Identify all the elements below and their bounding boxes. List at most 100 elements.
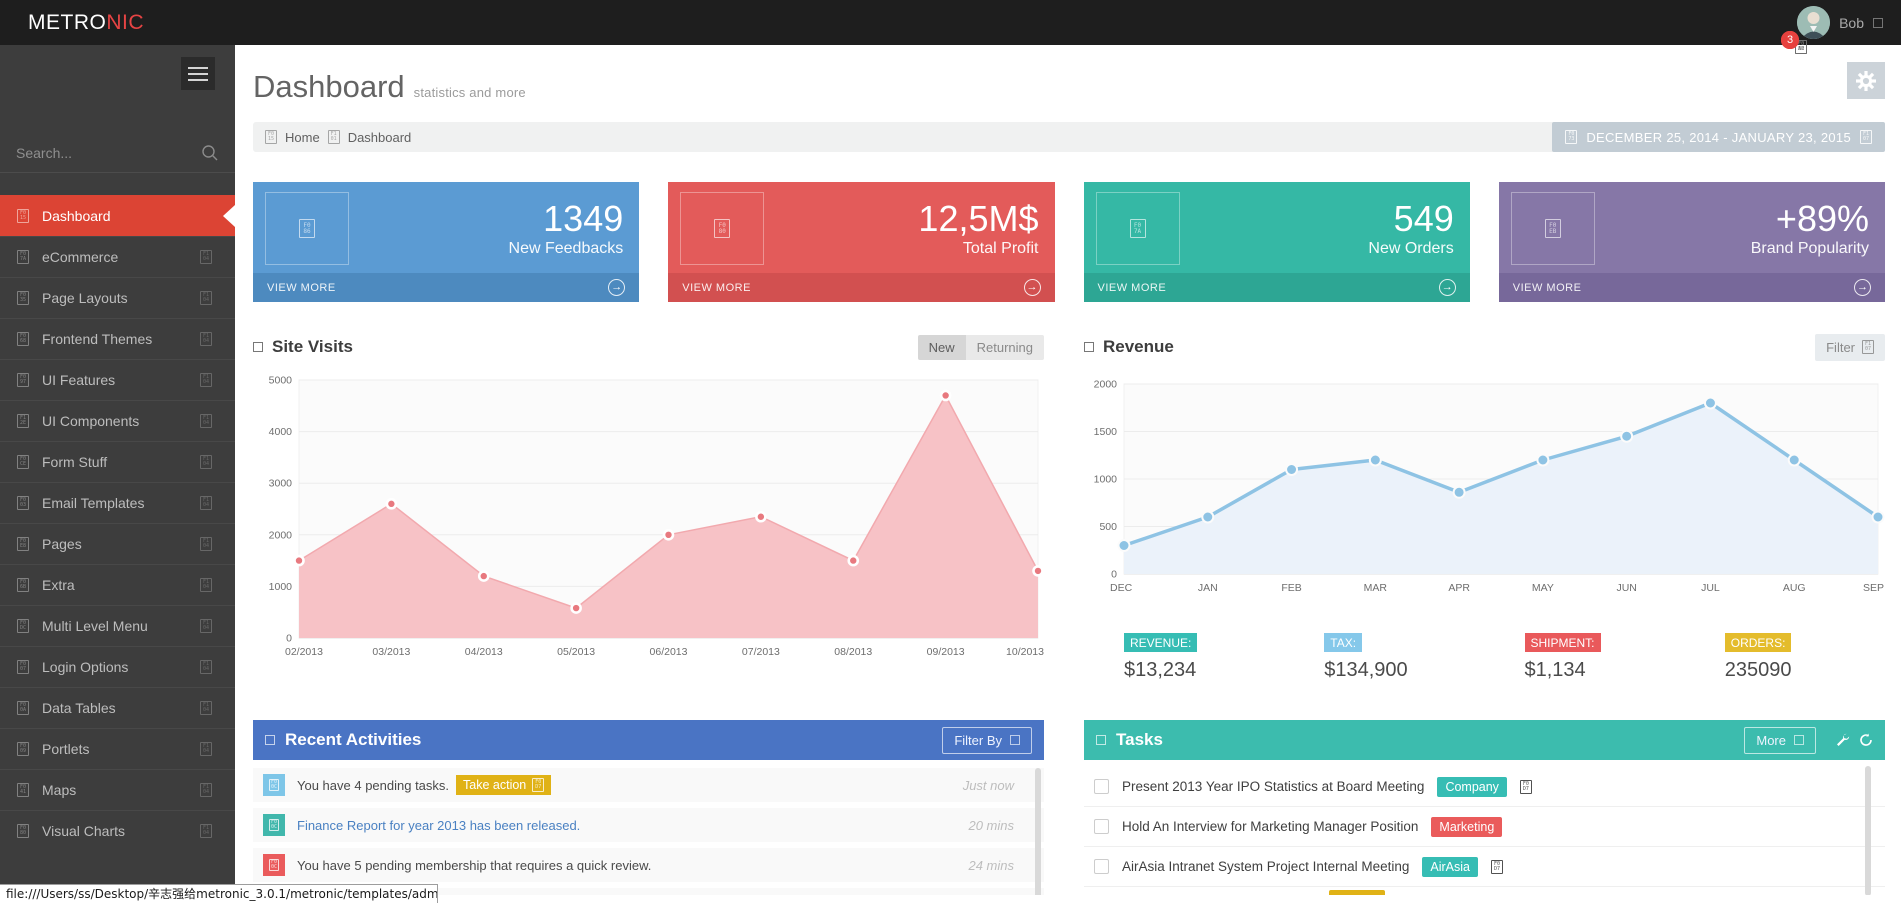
revenue-stat-value: $1,134	[1525, 659, 1685, 682]
wrench-icon[interactable]	[1836, 733, 1850, 747]
stat-card-footer[interactable]: VIEW MORE →	[253, 273, 639, 302]
activity-badge[interactable]: Take actionF0D7	[456, 775, 551, 795]
sidebar-item-email-templates[interactable]: F003 Email Templates F104	[0, 482, 235, 523]
svg-text:09/2013: 09/2013	[927, 646, 965, 658]
task-badge: Marketing	[1431, 817, 1502, 837]
sidebar-item-ui-features[interactable]: F097 UI Features F104	[0, 359, 235, 400]
panel-square-icon	[1084, 342, 1094, 352]
sidebar-item-ecommerce[interactable]: F07A eCommerce F104	[0, 236, 235, 277]
svg-text:AUG: AUG	[1783, 582, 1806, 594]
sidebar-search	[0, 133, 235, 173]
svg-text:06/2013: 06/2013	[650, 646, 688, 658]
stat-card-footer[interactable]: VIEW MORE →	[1499, 273, 1885, 302]
chevron-right-icon: F104	[200, 701, 212, 715]
activity-type-icon: F00C	[263, 854, 285, 876]
svg-text:MAR: MAR	[1364, 582, 1388, 594]
sidebar-item-visual-charts[interactable]: F080 Visual Charts F104	[0, 810, 235, 851]
revenue-stat: SHIPMENT: $1,134	[1485, 633, 1685, 682]
task-checkbox[interactable]	[1094, 819, 1109, 834]
revenue-stat-label: REVENUE:	[1124, 633, 1197, 652]
activity-row[interactable]: F00C You have 4 pending tasks. Take acti…	[253, 768, 1044, 802]
refresh-icon[interactable]	[1859, 733, 1873, 747]
sidebar-item-portlets[interactable]: F009 Portlets F104	[0, 728, 235, 769]
task-badge	[1329, 890, 1385, 895]
themes-icon: F068	[17, 332, 29, 346]
filter-by-button[interactable]: Filter By	[942, 727, 1032, 754]
settings-gear-button[interactable]	[1847, 62, 1885, 99]
chevron-right-icon: F104	[200, 455, 212, 469]
stat-card[interactable]: F07A 549 New Orders VIEW MORE →	[1084, 182, 1470, 302]
task-list: Present 2013 Year IPO Statistics at Boar…	[1084, 767, 1885, 895]
toggle-new-button[interactable]: New	[918, 335, 966, 360]
svg-text:APR: APR	[1448, 582, 1470, 594]
sidebar-item-extra[interactable]: F06B Extra F104	[0, 564, 235, 605]
user-menu[interactable]: Bob	[1797, 6, 1883, 39]
stat-card[interactable]: F0EB +89% Brand Popularity VIEW MORE →	[1499, 182, 1885, 302]
stat-card-footer[interactable]: VIEW MORE →	[668, 273, 1054, 302]
svg-text:07/2013: 07/2013	[742, 646, 780, 658]
activity-row[interactable]: F00C You have 5 pending membership that …	[253, 848, 1044, 882]
sidebar-menu: F015 Dashboard F104 F07A eCommerce F104 …	[0, 195, 235, 851]
panel-square-icon	[265, 735, 275, 745]
pages-icon: F0E8	[17, 537, 29, 551]
stat-card-footer[interactable]: VIEW MORE →	[1084, 273, 1470, 302]
task-row[interactable]: AirAsia Intranet System Project Internal…	[1084, 847, 1885, 887]
sidebar-toggle-button[interactable]	[181, 57, 215, 90]
task-checkbox[interactable]	[1094, 859, 1109, 874]
sidebar-item-dashboard[interactable]: F015 Dashboard F104	[0, 195, 235, 236]
avatar[interactable]	[1797, 6, 1830, 39]
breadcrumb-current: Dashboard	[348, 130, 412, 145]
caret-down-icon: F0D7	[1520, 780, 1532, 794]
date-range-picker[interactable]: F073 DECEMBER 25, 2014 - JANUARY 23, 201…	[1552, 122, 1885, 152]
sidebar-item-data-tables[interactable]: F00A Data Tables F104	[0, 687, 235, 728]
sidebar-item-pages[interactable]: F0E8 Pages F104	[0, 523, 235, 564]
sidebar-item-maps[interactable]: F041 Maps F104	[0, 769, 235, 810]
caret-down-icon: F107	[1860, 130, 1872, 144]
task-row[interactable]: Present 2013 Year IPO Statistics at Boar…	[1084, 767, 1885, 807]
caret-icon	[1794, 735, 1804, 745]
revenue-filter-button[interactable]: Filter F107	[1815, 334, 1885, 361]
svg-text:02/2013: 02/2013	[285, 646, 323, 658]
toggle-returning-button[interactable]: Returning	[966, 335, 1044, 360]
sidebar-item-label: Multi Level Menu	[42, 618, 148, 634]
stat-card[interactable]: F080 12,5M$ Total Profit VIEW MORE →	[668, 182, 1054, 302]
revenue-stat-label: TAX:	[1324, 633, 1362, 652]
breadcrumb-home[interactable]: Home	[285, 130, 320, 145]
revenue-stat-value: $13,234	[1124, 659, 1284, 682]
search-icon[interactable]	[201, 144, 219, 162]
task-checkbox[interactable]	[1094, 779, 1109, 794]
revenue-stat-label: ORDERS:	[1725, 633, 1792, 652]
sidebar-item-form-stuff[interactable]: F0CE Form Stuff F104	[0, 441, 235, 482]
search-input[interactable]	[16, 145, 201, 161]
sidebar-item-label: Form Stuff	[42, 454, 107, 470]
metronic-logo[interactable]: METRONIC	[28, 0, 144, 45]
sidebar-item-frontend-themes[interactable]: F068 Frontend Themes F104	[0, 318, 235, 359]
activity-row[interactable]: F00C Finance Report for year 2013 has be…	[253, 808, 1044, 842]
caret-down-icon: F107	[1862, 340, 1874, 354]
stat-card[interactable]: F086 1349 New Feedbacks VIEW MORE →	[253, 182, 639, 302]
date-range-label: DECEMBER 25, 2014 - JANUARY 23, 2015	[1586, 130, 1851, 145]
svg-text:1000: 1000	[1094, 474, 1118, 486]
user-dropdown-caret-icon[interactable]	[1873, 18, 1883, 28]
sidebar-item-page-layouts[interactable]: F035 Page Layouts F104	[0, 277, 235, 318]
revenue-stats-row: REVENUE: $13,234 TAX: $134,900 SHIPMENT:…	[1084, 633, 1885, 682]
revenue-panel: Revenue Filter F107 0500100015002000DECJ…	[1084, 330, 1885, 682]
activity-text: You have 4 pending tasks.	[297, 778, 449, 793]
activities-scrollbar[interactable]	[1035, 768, 1041, 895]
chevron-right-icon: F104	[200, 537, 212, 551]
tasks-scrollbar[interactable]	[1865, 766, 1871, 895]
extra-icon: F06B	[17, 578, 29, 592]
sidebar-item-multi-level-menu[interactable]: F0DC Multi Level Menu F104	[0, 605, 235, 646]
sidebar-item-login-options[interactable]: F007 Login Options F104	[0, 646, 235, 687]
layouts-icon: F035	[17, 291, 29, 305]
task-row[interactable]: Hold An Interview for Marketing Manager …	[1084, 807, 1885, 847]
sidebar-item-ui-components[interactable]: F12E UI Components F104	[0, 400, 235, 441]
activity-time: 24 mins	[968, 858, 1014, 873]
task-row[interactable]	[1084, 887, 1885, 895]
chevron-right-icon: F104	[200, 824, 212, 838]
sidebar-item-label: UI Features	[42, 372, 115, 388]
activity-text: You have 5 pending membership that requi…	[297, 858, 651, 873]
tasks-more-button[interactable]: More	[1744, 727, 1816, 754]
activity-type-icon: F00C	[263, 814, 285, 836]
stat-card-body: F07A 549 New Orders	[1084, 182, 1470, 273]
